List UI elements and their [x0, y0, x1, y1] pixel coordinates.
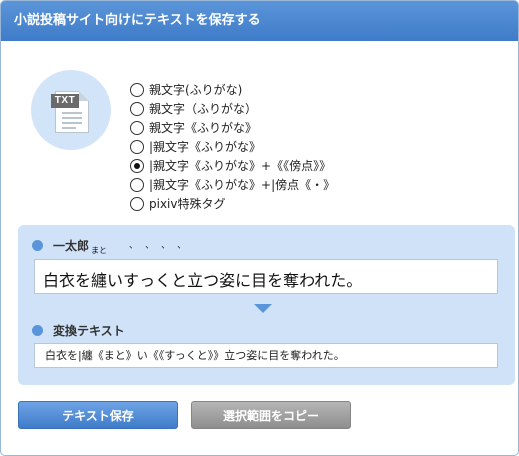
preview-heading: 一太郎 — [53, 239, 90, 253]
preview-text-after: 立つ姿に目を奪われた。 — [187, 271, 363, 290]
radio-button-selected[interactable] — [130, 158, 144, 173]
copy-selection-button[interactable]: 選択範囲をコピー — [191, 401, 351, 429]
save-text-button[interactable]: テキスト保存 — [18, 401, 178, 429]
save-text-dialog: 小説投稿サイト向けにテキストを保存する TXT 親文字(ふりがな) 親文字（ふり… — [0, 0, 519, 456]
bullet-dot-icon — [32, 240, 43, 251]
format-option-3[interactable]: 親文字《ふりがな》 — [130, 118, 335, 137]
emphasis-char: と — [171, 241, 187, 302]
dialog-title: 小説投稿サイト向けにテキストを保存する — [1, 1, 518, 41]
ruby-group: まと纏 — [91, 246, 108, 302]
format-option-4[interactable]: |親文字《ふりがな》 — [130, 137, 335, 156]
format-option-label: 親文字（ふりがな） — [149, 102, 258, 116]
conversion-panel: 一太郎 白衣をまと纏いすっくと立つ姿に目を奪われた。 変換テキスト 白衣を|纏《… — [18, 225, 515, 385]
format-option-label: |親文字《ふりがな》+|傍点《・》 — [149, 178, 336, 192]
ruby-base: 纏 — [91, 271, 108, 290]
radio-button[interactable] — [130, 120, 144, 135]
format-option-7[interactable]: pixiv特殊タグ — [130, 194, 335, 213]
radio-button[interactable] — [130, 82, 144, 97]
txt-file-icon: TXT — [31, 70, 111, 150]
radio-button[interactable] — [130, 177, 144, 192]
format-option-5[interactable]: |親文字《ふりがな》+《《傍点》》 — [130, 156, 335, 175]
format-radio-group: 親文字(ふりがな) 親文字（ふりがな） 親文字《ふりがな》 |親文字《ふりがな》… — [130, 80, 335, 213]
preview-text-box[interactable]: 白衣をまと纏いすっくと立つ姿に目を奪われた。 — [34, 241, 498, 294]
preview-section-header: 一太郎 — [32, 237, 89, 254]
converted-text-box[interactable]: 白衣を|纏《まと》い《《すっくと》》立つ姿に目を奪われた。 — [34, 343, 498, 368]
radio-button[interactable] — [130, 196, 144, 211]
format-option-label: pixiv特殊タグ — [149, 197, 226, 211]
arrow-down-icon — [254, 304, 272, 313]
ruby-reading: まと — [91, 246, 108, 255]
emphasis-char: っ — [139, 241, 155, 302]
txt-badge: TXT — [51, 94, 79, 108]
bullet-dot-icon — [32, 325, 43, 336]
emphasis-char: す — [123, 241, 139, 302]
output-section-header: 変換テキスト — [32, 322, 125, 339]
format-option-1[interactable]: 親文字(ふりがな) — [130, 80, 335, 99]
preview-text-before: 白衣を — [43, 271, 92, 290]
format-option-label: |親文字《ふりがな》+《《傍点》》 — [149, 159, 332, 173]
format-option-label: 親文字《ふりがな》 — [149, 121, 258, 135]
preview-text-mid: い — [107, 271, 124, 290]
format-option-6[interactable]: |親文字《ふりがな》+|傍点《・》 — [130, 175, 335, 194]
radio-button[interactable] — [130, 139, 144, 154]
format-option-label: |親文字《ふりがな》 — [149, 140, 262, 154]
output-heading: 変換テキスト — [53, 324, 125, 338]
radio-button[interactable] — [130, 101, 144, 116]
format-option-2[interactable]: 親文字（ふりがな） — [130, 99, 335, 118]
emphasis-char: く — [155, 241, 171, 302]
format-option-label: 親文字(ふりがな) — [149, 83, 243, 97]
